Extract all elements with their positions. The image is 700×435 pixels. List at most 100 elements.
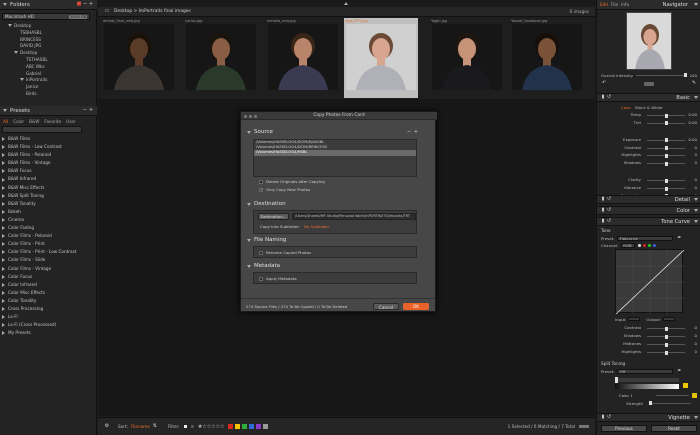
slider-knob[interactable] [664,113,668,118]
cancel-button[interactable]: Cancel [373,303,399,310]
tab-bw[interactable]: B&W [28,119,40,124]
expand-triangle-icon[interactable] [2,209,5,214]
collapse-triangle-icon[interactable] [3,3,7,6]
minimize-dot-icon[interactable] [249,114,252,118]
tab-favorite[interactable]: Favorite [43,119,62,124]
expand-triangle-icon[interactable] [2,226,5,231]
thumbnail[interactable]: carlos.jpg [184,18,258,98]
slider-value[interactable]: 0 [685,333,697,338]
collapse-top-icon[interactable] [344,2,348,5]
close-dot-icon[interactable] [244,114,247,118]
destination-section-header[interactable]: Destination [247,201,286,207]
rename-checkbox[interactable] [259,250,263,255]
color2-swatch[interactable] [683,383,688,388]
reset-icon[interactable]: ↺ [606,219,612,225]
preset-item[interactable]: Color Misc Effects [2,289,95,297]
sort-direction-icon[interactable]: ⇅ [152,424,158,430]
expand-triangle-icon[interactable] [2,250,5,255]
destination-path-field[interactable]: /Users/Shared/HR Studio/Personal Work/In… [292,213,416,220]
plus-icon[interactable]: + [88,108,94,114]
split-tone-saturation-bar[interactable] [615,377,679,383]
source-list[interactable]: /Volumes/HASSELOG4/DCIM/DJ4ASBL /Volumes… [253,139,417,177]
slider-track[interactable] [647,326,685,331]
tree-item[interactable]: Desktop [2,50,95,57]
color-header[interactable]: ▮ ↺ Color [597,206,700,215]
slider-knob[interactable] [664,146,668,151]
tab-user[interactable]: User [65,119,77,124]
preset-item[interactable]: Color Films - Polaroid [2,232,95,240]
overall-intensity-value[interactable]: 100 [690,73,697,78]
tab-color-mode[interactable]: Color [621,105,631,110]
delete-originals-option[interactable]: Delete Originals after Copying [259,179,325,184]
expand-triangle-icon[interactable] [2,201,5,206]
metadata-section-header[interactable]: Metadata [247,263,280,269]
view-toggle-icon[interactable]: ▭ [104,9,110,15]
expand-triangle-icon[interactable] [2,177,5,182]
strength-slider[interactable] [649,401,691,405]
slider-knob[interactable] [664,178,668,183]
slider-track[interactable] [647,161,685,166]
expand-triangle-icon[interactable] [2,161,5,166]
preset-item[interactable]: Color Tonality [2,297,95,305]
tree-item[interactable]: DAVID JPG [2,43,95,50]
expand-triangle-icon[interactable] [2,266,5,271]
brush-icon[interactable]: ✎ [691,81,697,87]
tree-item[interactable]: Birds [2,91,95,98]
slider-track[interactable] [647,121,685,126]
thumbnail[interactable]: Yaghi.jpg [430,18,504,98]
eyedropper-icon[interactable]: ✒ [676,368,682,374]
color1-slider[interactable] [656,394,689,396]
ok-button[interactable]: OK [403,303,429,310]
preset-item[interactable]: B&W Films - Low Contrast [2,143,95,151]
expand-triangle-icon[interactable] [2,323,5,328]
slider-knob[interactable] [664,121,668,126]
file-naming-section-header[interactable]: File Naming [247,237,286,243]
slider-track[interactable] [647,138,685,143]
tree-item[interactable]: Desktop [2,23,95,30]
preset-item[interactable]: B&W Tonality [2,200,95,208]
expand-triangle-icon[interactable] [2,307,5,312]
subfolder-dropdown[interactable]: No Subfolder [304,224,329,229]
add-source-icon[interactable]: + [413,129,419,135]
navigator-preview[interactable] [626,12,672,70]
color-label-swatch[interactable] [263,424,269,429]
preset-item[interactable]: Color Films - Vintage [2,265,95,273]
slider-value[interactable]: 0 [685,185,697,190]
slider-knob[interactable] [664,342,668,347]
vignette-header[interactable]: ▮ ↺ Vignette [597,413,700,422]
slider-track[interactable] [647,178,685,183]
slider-knob[interactable] [664,153,668,158]
expand-triangle-icon[interactable] [2,290,5,295]
reset-button[interactable]: Reset [651,425,697,432]
presets-search-input[interactable] [2,126,82,133]
slider-knob[interactable] [664,334,668,339]
preset-item[interactable]: Color Fading [2,224,95,232]
apply-metadata-option[interactable]: Apply Metadata [259,276,297,281]
preset-item[interactable]: B&W Focus [2,167,95,175]
tone-curve-header[interactable]: ▮ ↺ Tone Curve [597,217,700,226]
preset-item[interactable]: Color Focus [2,273,95,281]
expand-triangle-icon[interactable] [2,153,5,158]
rating-filter-stars-icon[interactable]: ★☆☆☆☆☆ [198,424,225,430]
undo-icon[interactable]: ↶ [601,81,607,87]
zoom-dot-icon[interactable] [254,114,257,118]
thumbnail[interactable]: nehalia_new.jpg [266,18,340,98]
tree-item[interactable]: ABC Wks [2,64,95,71]
reset-icon[interactable]: ↺ [606,95,612,101]
preset-item[interactable]: Cross Processing [2,305,95,313]
tree-item[interactable]: Gabriel [2,71,95,78]
slider-track[interactable] [647,350,685,355]
preset-item[interactable]: B&W Films [2,135,95,143]
expand-triangle-icon[interactable] [2,185,5,190]
expand-triangle-icon[interactable] [2,274,5,279]
tab-file[interactable]: File [611,2,618,7]
expand-triangle-icon[interactable] [2,258,5,263]
channel-dropdown[interactable]: RGB [621,242,636,248]
expand-triangle-icon[interactable] [2,331,5,336]
input-field[interactable] [628,317,641,321]
previous-button[interactable]: Previous [601,425,647,432]
color-label-swatch[interactable] [249,424,255,429]
tab-edit[interactable]: Edit [600,2,608,7]
slider-track[interactable] [647,334,685,339]
reset-icon[interactable]: ↺ [606,415,612,421]
